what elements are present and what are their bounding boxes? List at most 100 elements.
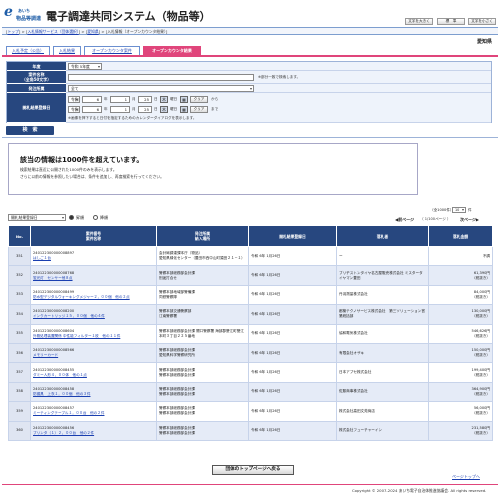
page-top-link[interactable]: ページトップへ [452, 474, 480, 480]
from-era-select[interactable]: 令和 [68, 96, 80, 103]
case-name-label-line2: （全角50文字） [21, 77, 52, 82]
row-case-name-link[interactable]: はしご１台 [33, 256, 154, 261]
from-year-unit: 年 [104, 97, 108, 101]
table-row: 358 240122300000008458 防護具 上衣１，００個 他の３件 警察本… [8, 381, 493, 403]
to-calendar-icon[interactable]: ▦ [180, 106, 188, 113]
row-case-name-link[interactable]: プリンタ（１）２，００台 他の２件 [33, 431, 154, 436]
tab-bid-schedule[interactable]: 入札予定（公告） [6, 46, 50, 55]
to-day-input[interactable]: 25 [138, 106, 152, 113]
row-dept: 警察本部総務部会計課 別途打合せ [156, 265, 249, 286]
row-case: 240122300000008200 インクカートリッジ１５，００個 他の４件 [30, 304, 157, 325]
table-row: 360 240122300000008456 プリンタ（１）２，００台 他の２件 警察… [8, 420, 493, 441]
row-winner: 佐藤商事株式会社 [336, 381, 429, 403]
app-title: 電子調達共同システム（物品等） [46, 10, 211, 23]
row-winner: ー [336, 245, 429, 267]
dept-row: 全て [66, 84, 491, 93]
sort-asc-label: 昇順 [76, 215, 84, 220]
year-select[interactable]: 令和 5年度 [68, 63, 102, 70]
case-name-input[interactable] [68, 74, 254, 81]
row-amount: 231,580円 （税抜き） [428, 420, 493, 441]
row-place: 江南警察署 [159, 314, 177, 319]
tab-open-counter-results[interactable]: オープンカウンタ結果 [143, 46, 201, 55]
row-dept: 警察本部交通警察部 江南警察署 [156, 304, 249, 325]
row-date: 令和 6年 1月26日 [248, 342, 337, 364]
breadcrumb-service-link[interactable]: 入札情報サービス（団体選択） [27, 29, 78, 34]
breadcrumb-pref-link[interactable]: 愛知県 [87, 29, 98, 34]
row-amount: 61,390円 （税抜き） [428, 265, 493, 286]
row-date: 令和 6年 1月26日 [248, 284, 337, 306]
next-page-link[interactable]: 次ページ▶ [460, 217, 479, 223]
row-case-name-link[interactable]: 蛍光灯 センサー他８点 [33, 276, 154, 281]
row-date: 令和 6年 1月26日 [248, 381, 337, 403]
to-month-input[interactable]: 1 [110, 106, 130, 113]
notice-title: 該当の情報は1000件を超えています。 [20, 156, 144, 164]
sort-desc-radio[interactable] [93, 215, 98, 220]
row-winner: 日本アプセ株式会社 [336, 362, 429, 383]
tab-underline [2, 55, 498, 57]
from-year-input[interactable]: 6 [82, 96, 102, 103]
to-weekday-box[interactable]: 木 [160, 106, 168, 113]
page-info: （ 1/100ページ ） [420, 217, 451, 221]
row-amount: 56,000円 （税抜き） [428, 401, 493, 422]
table-row: 351 240122300000008897 はしご１台 会計局調達課本庁（物品） 愛知… [8, 245, 493, 267]
to-era-select[interactable]: 令和 [68, 106, 80, 113]
row-dept: 警察本部総務部会計課 警察本部総務部会計課 [156, 401, 249, 422]
row-case-name-link[interactable]: 外務処理装置関係 中性能フィルター１枚 他の１１件 [33, 334, 154, 339]
font-small-button[interactable]: 文字を小さく [468, 18, 496, 25]
to-clear-button[interactable]: クリア [190, 106, 208, 113]
sort-asc-radio[interactable] [69, 215, 74, 220]
from-clear-button[interactable]: クリア [190, 96, 208, 103]
tab-open-counter-cases[interactable]: オープンカウンタ案件 [84, 46, 140, 55]
row-winner: 株式会社高田文苑商店 [336, 401, 429, 422]
col-header-no: No. [8, 225, 31, 247]
row-case-name-link[interactable]: メモリーカード [33, 353, 154, 358]
col-header-date: 開札結果登録日 [248, 225, 337, 247]
dept-select[interactable]: 全て [68, 85, 254, 92]
row-case-name-link[interactable]: インクカートリッジ１５，００個 他の４件 [33, 314, 154, 319]
search-button[interactable]: 検 索 [6, 126, 54, 135]
col-header-amount: 落札金額 [428, 225, 493, 247]
row-case: 240122300000008456 プリンタ（１）２，００台 他の２件 [30, 420, 157, 441]
logo-e-icon: e [4, 4, 13, 20]
row-case-name-link[interactable]: 防護具 上衣１，００個 他の３件 [33, 392, 154, 397]
row-winner: 都築テクノサービス株式会社 第三ソリューション営業統括部 [336, 304, 429, 325]
per-page-select[interactable]: 10 [452, 207, 466, 213]
row-case-name-link[interactable]: ミーティングテーブル１，００台 他の２件 [33, 411, 154, 416]
table-row: 356 240122300000008566 メモリーカード 警察本部総務部会計課 愛知… [8, 342, 493, 364]
row-no: 352 [8, 265, 31, 286]
sort-key-select[interactable]: 開札結果登録日 [8, 214, 66, 221]
col-header-case: 案件番号 案件名称 [30, 225, 157, 247]
calendar-note: ※画像を押下すると日付を指定するためのカレンダーダイアログを表示します。 [68, 116, 197, 120]
row-case-name-link[interactable]: ダミー人形４，００体 他の１点 [33, 373, 154, 378]
row-case-name-link[interactable]: 防水型デジタルウォーキングメジャー２，００個 他の２点 [33, 295, 154, 300]
from-label: から [211, 97, 219, 101]
from-day-unit: 日 [154, 97, 158, 101]
from-month-input[interactable]: 1 [110, 96, 130, 103]
table-row: 357 240122300000008455 ダミー人形４，００体 他の１点 警察本部… [8, 362, 493, 383]
row-date: 令和 6年 1月26日 [248, 420, 337, 441]
row-no: 358 [8, 381, 31, 403]
prev-page-link[interactable]: ◀前ページ [395, 217, 414, 223]
to-year-input[interactable]: 6 [82, 106, 102, 113]
row-winner: 株式会社フューチャーイン [336, 420, 429, 441]
row-case: 240122300000008897 はしご１台 [30, 245, 157, 267]
year-label: 年度 [7, 62, 66, 71]
row-amount: 364,900円 （税抜き） [428, 381, 493, 403]
row-no: 354 [8, 304, 31, 325]
to-month-unit: 月 [132, 107, 136, 111]
from-weekday-unit: 曜日 [170, 97, 178, 101]
sort-desc-label: 降順 [100, 215, 108, 220]
breadcrumb-top-link[interactable]: トップ [7, 29, 18, 34]
back-to-top-button[interactable]: 団体のトップページへ戻る [212, 465, 294, 475]
from-calendar-icon[interactable]: ▦ [180, 96, 188, 103]
row-place: 警察本部総務部会計課 [159, 372, 195, 377]
from-day-input[interactable]: 25 [138, 96, 152, 103]
row-amount-tax: （税抜き） [472, 430, 490, 435]
tab-bid-results[interactable]: 入札結果 [53, 46, 81, 55]
font-large-button[interactable]: 文字を大きく [405, 18, 433, 25]
to-label: まで [211, 107, 219, 111]
table-row: 352 240122300000008768 蛍光灯 センサー他８点 警察本部総務部会… [8, 265, 493, 286]
row-place: 愛知県科学警察研究所 [159, 353, 195, 358]
from-weekday-box[interactable]: 木 [160, 96, 168, 103]
font-standard-button[interactable]: 標 準 [437, 18, 465, 25]
